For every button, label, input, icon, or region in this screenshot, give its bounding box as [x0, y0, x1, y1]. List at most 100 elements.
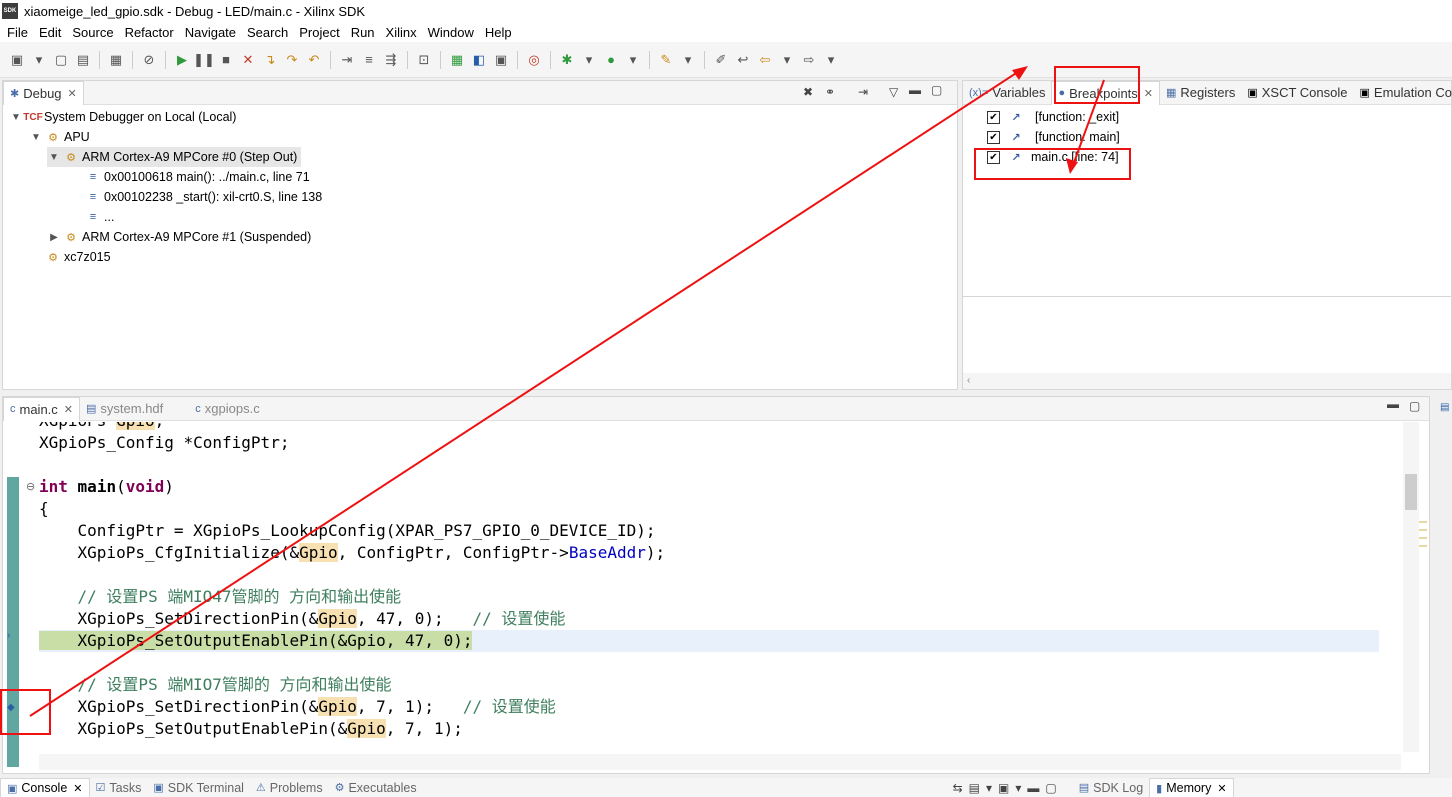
menu-search[interactable]: Search: [247, 25, 288, 40]
tree-item-core0[interactable]: ▼ ⚙ ARM Cortex-A9 MPCore #0 (Step Out): [47, 147, 302, 167]
step-into-icon[interactable]: ↴: [261, 51, 279, 69]
drop-to-frame-icon[interactable]: ≡: [360, 51, 378, 69]
tab-breakpoints[interactable]: ● Breakpoints ✕: [1051, 80, 1161, 105]
tab-executables[interactable]: ⚙ Executables: [329, 778, 423, 797]
checkbox-checked-icon[interactable]: ✔: [987, 150, 1000, 164]
use-step-filters-icon[interactable]: ⇶: [382, 51, 400, 69]
step-over-icon[interactable]: ↷: [283, 51, 301, 69]
maximize-icon[interactable]: ▢: [1409, 399, 1420, 413]
debug-icon[interactable]: ✱: [558, 51, 576, 69]
checkbox-checked-icon[interactable]: ✔: [987, 110, 1000, 124]
vertical-scrollbar[interactable]: [1403, 422, 1419, 752]
menu-run[interactable]: Run: [351, 25, 375, 40]
horizontal-scrollbar[interactable]: [39, 754, 1401, 770]
expand-chevron-icon[interactable]: ▼: [29, 132, 43, 143]
tab-variables[interactable]: (x)= Variables: [963, 81, 1051, 105]
collapse-chevron-icon[interactable]: ▶: [47, 232, 61, 243]
tab-console[interactable]: ▣ Console ✕: [0, 778, 90, 797]
run-icon[interactable]: ●: [602, 51, 620, 69]
target-icon[interactable]: ◎: [525, 51, 543, 69]
instruction-stepping-icon[interactable]: ⇥: [858, 85, 868, 99]
dropdown-icon[interactable]: ▾: [580, 51, 598, 69]
dropdown-icon[interactable]: ▾: [624, 51, 642, 69]
xsct-icon[interactable]: ▣: [492, 51, 510, 69]
tab-xsct-console[interactable]: ▣ XSCT Console: [1241, 81, 1353, 105]
save-icon[interactable]: ▢: [52, 51, 70, 69]
program-fpga-icon[interactable]: ▦: [448, 51, 466, 69]
annotation-icon[interactable]: ✐: [712, 51, 730, 69]
menu-window[interactable]: Window: [428, 25, 474, 40]
close-icon[interactable]: ✕: [68, 87, 77, 100]
skip-breakpoints-icon[interactable]: ⊘: [140, 51, 158, 69]
maximize-icon[interactable]: ▢: [931, 83, 942, 97]
tab-problems[interactable]: ⚠ Problems: [250, 778, 329, 797]
dropdown-icon[interactable]: ▾: [679, 51, 697, 69]
tab-main-c[interactable]: c main.c ✕: [3, 396, 81, 421]
scroll-thumb[interactable]: [1405, 474, 1417, 510]
menu-help[interactable]: Help: [485, 25, 512, 40]
minimize-icon[interactable]: ▬: [1387, 397, 1399, 411]
build-icon[interactable]: ▦: [107, 51, 125, 69]
view-menu-icon[interactable]: ▽: [889, 85, 898, 99]
checkbox-checked-icon[interactable]: ✔: [987, 130, 1000, 144]
tab-memory[interactable]: ▮ Memory ✕: [1149, 778, 1234, 797]
breakpoint-item[interactable]: ✔ ↗ [function: main]: [987, 127, 1120, 147]
tab-xgpiops-c[interactable]: c xgpiops.c: [189, 397, 265, 421]
tree-item-stack-frame[interactable]: ≡ 0x00100618 main(): ../main.c, line 71: [85, 167, 310, 187]
terminal-icon[interactable]: ⊡: [415, 51, 433, 69]
close-icon[interactable]: ✕: [1144, 87, 1153, 100]
tree-item-apu[interactable]: ▼ ⚙ APU: [29, 127, 90, 147]
terminate-icon[interactable]: ■: [217, 51, 235, 69]
hardware-icon[interactable]: ◧: [470, 51, 488, 69]
collapse-marker-icon[interactable]: ⊖: [26, 480, 35, 493]
new-icon[interactable]: ▣: [8, 51, 26, 69]
back-icon[interactable]: ⇦: [756, 51, 774, 69]
tree-item-stack-frame[interactable]: ≡ ...: [85, 207, 115, 227]
close-icon[interactable]: ✕: [73, 782, 82, 795]
console-toolbar-icons[interactable]: ⇆▤▾▣▾▬▢: [953, 781, 1063, 795]
menu-file[interactable]: File: [7, 25, 28, 40]
last-edit-icon[interactable]: ↩: [734, 51, 752, 69]
menu-refactor[interactable]: Refactor: [125, 25, 174, 40]
save-all-icon[interactable]: ▤: [74, 51, 92, 69]
expand-chevron-icon[interactable]: ▼: [47, 152, 61, 163]
instruction-step-icon[interactable]: ⇥: [338, 51, 356, 69]
details-divider: [963, 296, 1451, 297]
tab-emulation-console[interactable]: ▣ Emulation Co: [1354, 81, 1452, 105]
tab-tasks[interactable]: ☑ Tasks: [90, 778, 148, 797]
code-area[interactable]: ⊖ › ◆ XGpioPs Gpio; XGpioPs_Config *Conf…: [3, 422, 1429, 772]
tab-sdk-terminal[interactable]: ▣ SDK Terminal: [147, 778, 250, 797]
tree-item-stack-frame[interactable]: ≡ 0x00102238 _start(): xil-crt0.S, line …: [85, 187, 322, 207]
suspend-icon[interactable]: ❚❚: [193, 51, 215, 69]
dropdown-icon[interactable]: ▾: [778, 51, 796, 69]
tab-system-hdf[interactable]: ▤ system.hdf: [80, 397, 169, 421]
restore-icon[interactable]: ▤: [1440, 402, 1449, 413]
tree-item-system-debugger[interactable]: ▼ TCF System Debugger on Local (Local): [9, 107, 236, 127]
remove-all-terminated-icon[interactable]: ✖: [803, 85, 813, 99]
close-icon[interactable]: ✕: [1217, 782, 1226, 795]
menu-project[interactable]: Project: [299, 25, 339, 40]
tab-registers[interactable]: ▦ Registers: [1160, 81, 1241, 105]
dropdown-icon[interactable]: ▾: [30, 51, 48, 69]
tab-debug[interactable]: ✱ Debug ✕: [3, 80, 84, 105]
connect-icon[interactable]: ⚭: [825, 85, 835, 99]
minimize-icon[interactable]: ▬: [909, 83, 921, 97]
menu-source[interactable]: Source: [72, 25, 113, 40]
tree-item-core1[interactable]: ▶ ⚙ ARM Cortex-A9 MPCore #1 (Suspended): [47, 227, 311, 247]
forward-icon[interactable]: ⇨: [800, 51, 818, 69]
resume-icon[interactable]: ▶: [173, 51, 191, 69]
breakpoint-item[interactable]: ✔ ↗ [function: _exit]: [987, 107, 1119, 127]
close-icon[interactable]: ✕: [64, 403, 73, 416]
external-tools-icon[interactable]: ✎: [657, 51, 675, 69]
menu-xilinx[interactable]: Xilinx: [386, 25, 417, 40]
menu-navigate[interactable]: Navigate: [185, 25, 236, 40]
tab-sdk-log[interactable]: ▤ SDK Log: [1073, 778, 1149, 797]
tree-item-xc7z015[interactable]: ⚙ xc7z015: [29, 247, 111, 267]
dropdown-icon[interactable]: ▾: [822, 51, 840, 69]
disconnect-icon[interactable]: ✕: [239, 51, 257, 69]
menu-edit[interactable]: Edit: [39, 25, 61, 40]
horizontal-scrollbar[interactable]: ‹: [963, 373, 1451, 389]
expand-chevron-icon[interactable]: ▼: [9, 112, 23, 123]
breakpoint-item[interactable]: ✔ ↗ main.c [line: 74]: [987, 147, 1119, 167]
step-return-icon[interactable]: ↶: [305, 51, 323, 69]
